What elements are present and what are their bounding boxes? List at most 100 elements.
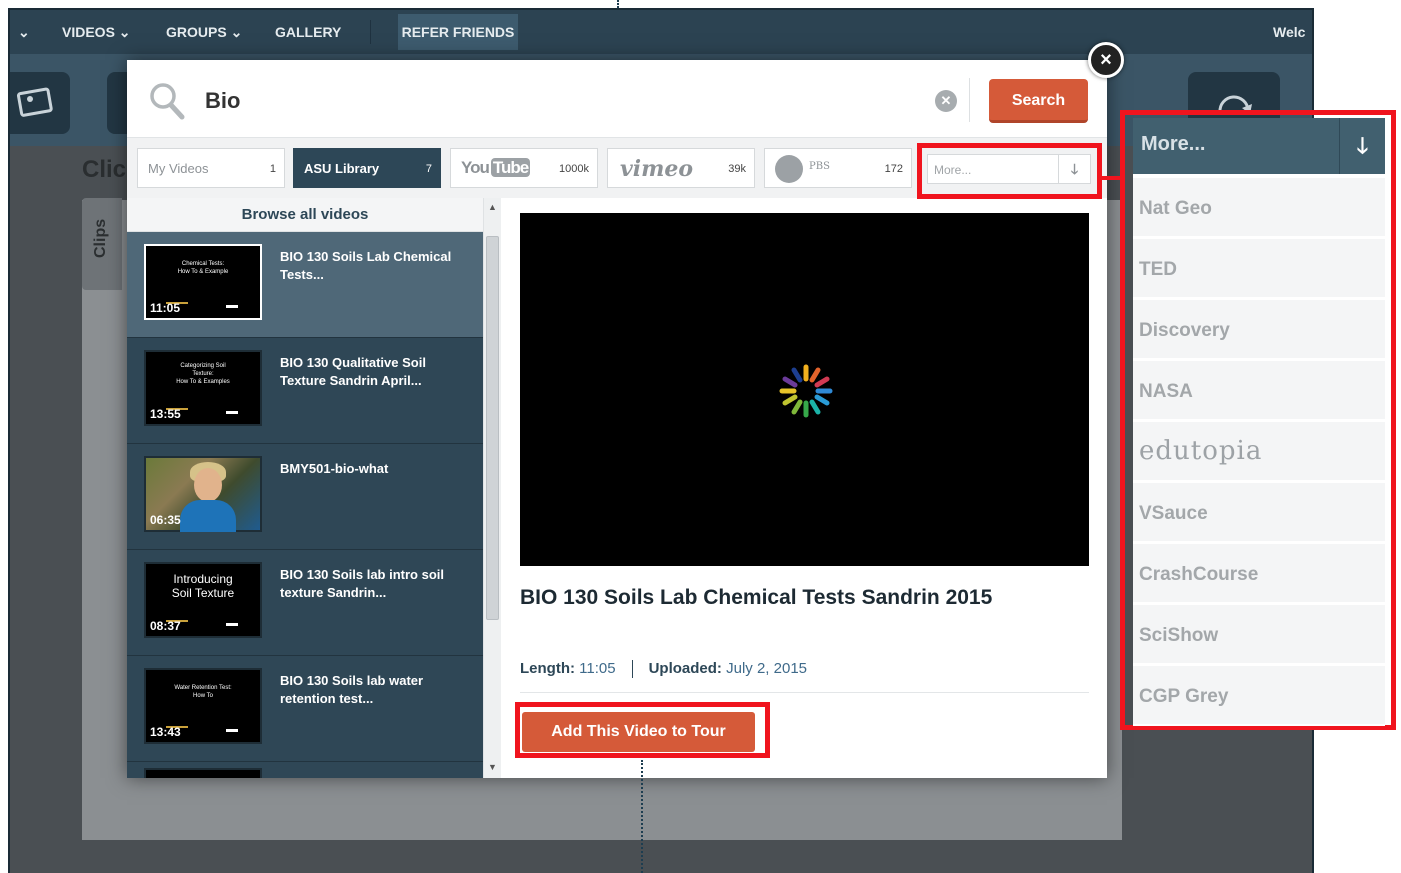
dropdown-item-label: TED bbox=[1139, 259, 1177, 280]
image-tool-button[interactable] bbox=[10, 72, 70, 134]
tab-label: ASU Library bbox=[304, 161, 380, 176]
dropdown-item-ted[interactable]: TED bbox=[1133, 239, 1385, 299]
arrow-down-icon[interactable]: 🡓 bbox=[1339, 118, 1385, 174]
dropdown-item-scishow[interactable]: SciShow bbox=[1133, 605, 1385, 665]
video-thumbnail: Chemical Tests: How To & Example 11:05 bbox=[144, 244, 262, 320]
dropdown-item-discovery[interactable]: Discovery bbox=[1133, 300, 1385, 360]
tab-count: 172 bbox=[884, 163, 903, 175]
video-thumbnail bbox=[144, 768, 262, 778]
list-item[interactable] bbox=[127, 762, 483, 778]
dropdown-item-label: SciShow bbox=[1139, 625, 1219, 646]
selected-video-title: BIO 130 Soils Lab Chemical Tests Sandrin… bbox=[520, 586, 993, 609]
search-button[interactable]: Search bbox=[989, 79, 1088, 123]
list-item[interactable]: Categorizing Soil Texture: How To & Exam… bbox=[127, 338, 483, 444]
tab-count: 1 bbox=[269, 163, 276, 175]
thumb-caption: Categorizing Soil Texture: How To & Exam… bbox=[176, 363, 230, 385]
clips-tab[interactable]: Clips bbox=[82, 198, 122, 290]
video-title: BIO 130 Qualitative Soil Texture Sandrin… bbox=[280, 355, 426, 388]
list-item[interactable]: Chemical Tests: How To & Example 11:05 B… bbox=[127, 232, 483, 338]
tab-label: My Videos bbox=[148, 161, 209, 176]
search-input[interactable] bbox=[205, 86, 905, 116]
highlight-connector bbox=[1102, 176, 1120, 180]
video-duration: 06:35 bbox=[150, 513, 181, 527]
uploaded-label: Uploaded: bbox=[648, 660, 722, 677]
tab-my-videos[interactable]: My Videos 1 bbox=[137, 148, 285, 188]
meta-divider-line bbox=[520, 692, 1089, 693]
meta-divider bbox=[631, 660, 633, 679]
video-thumbnail: 06:35 bbox=[144, 456, 262, 532]
tab-asu-library[interactable]: ASU Library 7 bbox=[293, 148, 441, 188]
dropdown-item-nasa[interactable]: NASA bbox=[1133, 361, 1385, 421]
scroll-down-icon[interactable]: ▼ bbox=[488, 762, 497, 772]
dropdown-item-label: edutopia bbox=[1139, 436, 1263, 466]
thumb-person-shirt bbox=[180, 500, 236, 532]
scroll-up-icon[interactable]: ▲ bbox=[488, 202, 497, 212]
search-divider bbox=[969, 78, 970, 122]
close-icon[interactable]: × bbox=[1088, 42, 1124, 78]
nav-videos[interactable]: VIDEOS ⌄ bbox=[62, 24, 131, 41]
dotted-guide-top bbox=[617, 0, 619, 8]
video-duration: 11:05 bbox=[150, 301, 181, 315]
youtube-logo-you: You bbox=[461, 158, 490, 177]
dropdown-item-label: NASA bbox=[1139, 381, 1193, 402]
scrollbar-thumb[interactable] bbox=[486, 236, 499, 620]
clips-tab-label: Clips bbox=[92, 218, 109, 258]
search-bar: ✕ Search bbox=[127, 60, 1107, 138]
thumb-caption: Introducing Soil Texture bbox=[171, 572, 235, 600]
tab-youtube[interactable]: You Tube 1000k bbox=[450, 148, 598, 188]
tab-count: 1000k bbox=[559, 163, 589, 175]
thumb-caption: Water Retention Test: How To bbox=[174, 685, 232, 699]
list-item[interactable]: Introducing Soil Texture 08:37 BIO 130 S… bbox=[127, 550, 483, 656]
dropdown-item-cgp-grey[interactable]: CGP Grey bbox=[1133, 666, 1385, 726]
tab-pbs[interactable]: PBS 172 bbox=[764, 148, 912, 188]
youtube-logo: You Tube bbox=[461, 158, 531, 178]
list-item[interactable]: Water Retention Test: How To 13:43 BIO 1… bbox=[127, 656, 483, 762]
dropdown-item-nat-geo[interactable]: Nat Geo bbox=[1133, 178, 1385, 238]
video-meta: Length: 11:05 Uploaded: July 2, 2015 bbox=[520, 660, 807, 679]
tab-count: 39k bbox=[728, 163, 746, 175]
loading-spinner-icon bbox=[779, 364, 833, 418]
dropdown-header[interactable]: More... 🡓 bbox=[1133, 118, 1385, 174]
nav-videos-label: VIDEOS bbox=[62, 24, 115, 40]
dropdown-item-vsauce[interactable]: VSauce bbox=[1133, 483, 1385, 543]
nav-gallery[interactable]: GALLERY bbox=[275, 24, 341, 40]
video-title: BIO 130 Soils Lab Chemical Tests... bbox=[280, 249, 452, 282]
highlight-more-select bbox=[917, 143, 1102, 199]
highlight-add-button bbox=[515, 702, 770, 758]
nav-groups[interactable]: GROUPS ⌄ bbox=[166, 24, 242, 41]
dotted-guide bbox=[641, 760, 643, 873]
welcome-text: Welc bbox=[1273, 24, 1306, 40]
pbs-logo-icon bbox=[775, 155, 803, 183]
clear-search-icon[interactable]: ✕ bbox=[935, 90, 957, 112]
video-duration: 13:43 bbox=[150, 725, 181, 739]
length-label: Length: bbox=[520, 660, 575, 677]
tab-vimeo[interactable]: vimeo 39k bbox=[607, 148, 755, 188]
page-title: Clic bbox=[82, 156, 127, 183]
uploaded-value: July 2, 2015 bbox=[726, 660, 807, 677]
video-title: BIO 130 Soils lab intro soil texture San… bbox=[280, 567, 444, 600]
dropdown-item-edutopia[interactable]: edutopia bbox=[1133, 422, 1385, 482]
video-thumbnail: Water Retention Test: How To 13:43 bbox=[144, 668, 262, 744]
video-title: BIO 130 Soils lab water retention test..… bbox=[280, 673, 424, 706]
thumb-logo bbox=[226, 623, 238, 626]
more-sources-dropdown: More... 🡓 Nat Geo TED Discovery NASA edu… bbox=[1133, 118, 1385, 726]
menu-chevron-icon[interactable]: ⌄ bbox=[18, 24, 30, 41]
search-icon bbox=[150, 83, 185, 120]
refer-friends-button[interactable]: REFER FRIENDS bbox=[398, 14, 518, 50]
dropdown-item-label: CGP Grey bbox=[1139, 686, 1229, 707]
thumb-logo bbox=[226, 729, 238, 732]
video-thumbnail: Introducing Soil Texture 08:37 bbox=[144, 562, 262, 638]
video-title: BMY501-bio-what bbox=[280, 461, 389, 476]
dropdown-item-crashcourse[interactable]: CrashCourse bbox=[1133, 544, 1385, 604]
length-value: 11:05 bbox=[579, 660, 616, 677]
dropdown-label: More... bbox=[1141, 133, 1206, 155]
video-duration: 08:37 bbox=[150, 619, 181, 633]
video-player[interactable] bbox=[520, 213, 1089, 566]
thumb-caption: Chemical Tests: How To & Example bbox=[177, 261, 229, 275]
list-scrollbar[interactable]: ▲ ▼ bbox=[483, 198, 501, 778]
list-item[interactable]: 06:35 BMY501-bio-what bbox=[127, 444, 483, 550]
tab-count: 7 bbox=[425, 163, 432, 175]
browse-all-videos-link[interactable]: Browse all videos bbox=[127, 198, 483, 232]
vimeo-logo: vimeo bbox=[620, 156, 694, 182]
video-thumbnail: Categorizing Soil Texture: How To & Exam… bbox=[144, 350, 262, 426]
